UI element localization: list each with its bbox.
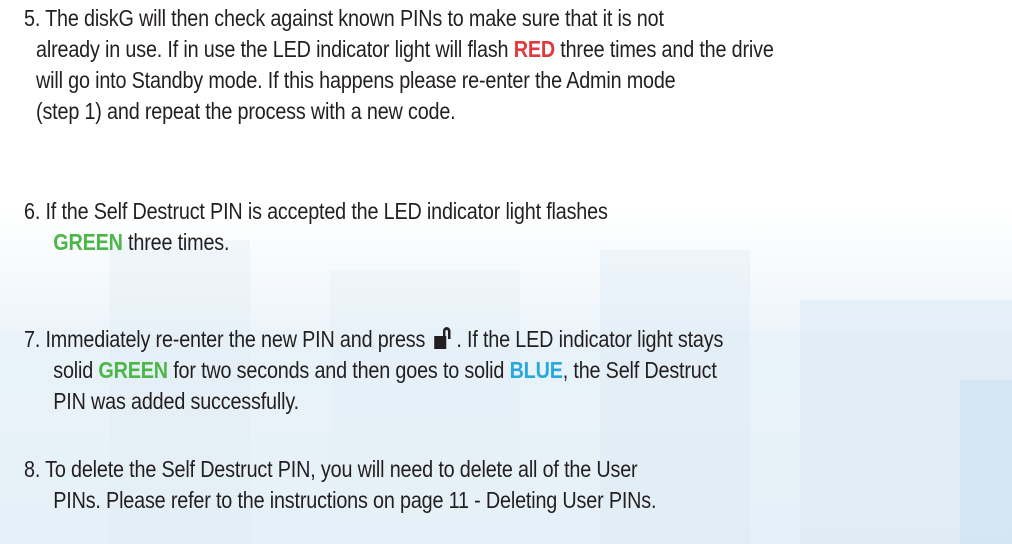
green-highlight: GREEN — [53, 229, 123, 255]
step-5-line-2-a: already in use. If in use the LED indica… — [36, 36, 514, 62]
step-7-line-2-b: for two seconds and then goes to solid — [167, 357, 510, 383]
step-7-line-2-a: solid — [53, 357, 99, 383]
step-5: 5. The diskG will then check against kno… — [24, 3, 774, 127]
step-5-line-2: already in use. If in use the LED indica… — [24, 34, 774, 65]
step-7-line-1-b: . If the LED indicator light stays — [456, 326, 724, 352]
step-5-line-3: will go into Standby mode. If this happe… — [36, 67, 676, 93]
step-6: 6. If the Self Destruct PIN is accepted … — [24, 196, 608, 258]
step-6-line-2-b: three times. — [122, 229, 230, 255]
step-7: 7. Immediately re-enter the new PIN and … — [24, 324, 723, 417]
green-highlight: GREEN — [98, 357, 168, 383]
step-7-line-1: 7. Immediately re-enter the new PIN and … — [24, 324, 723, 355]
step-7-line-2-c: , the Self Destruct — [562, 357, 717, 383]
step-7-line-3: PIN was added successfully. — [53, 388, 299, 414]
step-5-line-1: 5. The diskG will then check against kno… — [24, 5, 664, 31]
step-8-line-2: PINs. Please refer to the instructions o… — [53, 487, 657, 513]
unlock-icon — [434, 327, 451, 349]
red-highlight: RED — [513, 36, 555, 62]
step-8-line-1: 8. To delete the Self Destruct PIN, you … — [24, 456, 638, 482]
blue-highlight: BLUE — [509, 357, 563, 383]
step-6-line-2: GREEN three times. — [24, 227, 608, 258]
step-6-line-1: 6. If the Self Destruct PIN is accepted … — [24, 198, 608, 224]
step-7-line-2: solid GREEN for two seconds and then goe… — [24, 355, 723, 386]
step-5-line-4: (step 1) and repeat the process with a n… — [36, 98, 456, 124]
step-8: 8. To delete the Self Destruct PIN, you … — [24, 454, 657, 516]
instructions-content: 5. The diskG will then check against kno… — [0, 0, 1012, 544]
step-7-line-1-a: 7. Immediately re-enter the new PIN and … — [24, 326, 431, 352]
step-5-line-2-b: three times and the drive — [554, 36, 774, 62]
